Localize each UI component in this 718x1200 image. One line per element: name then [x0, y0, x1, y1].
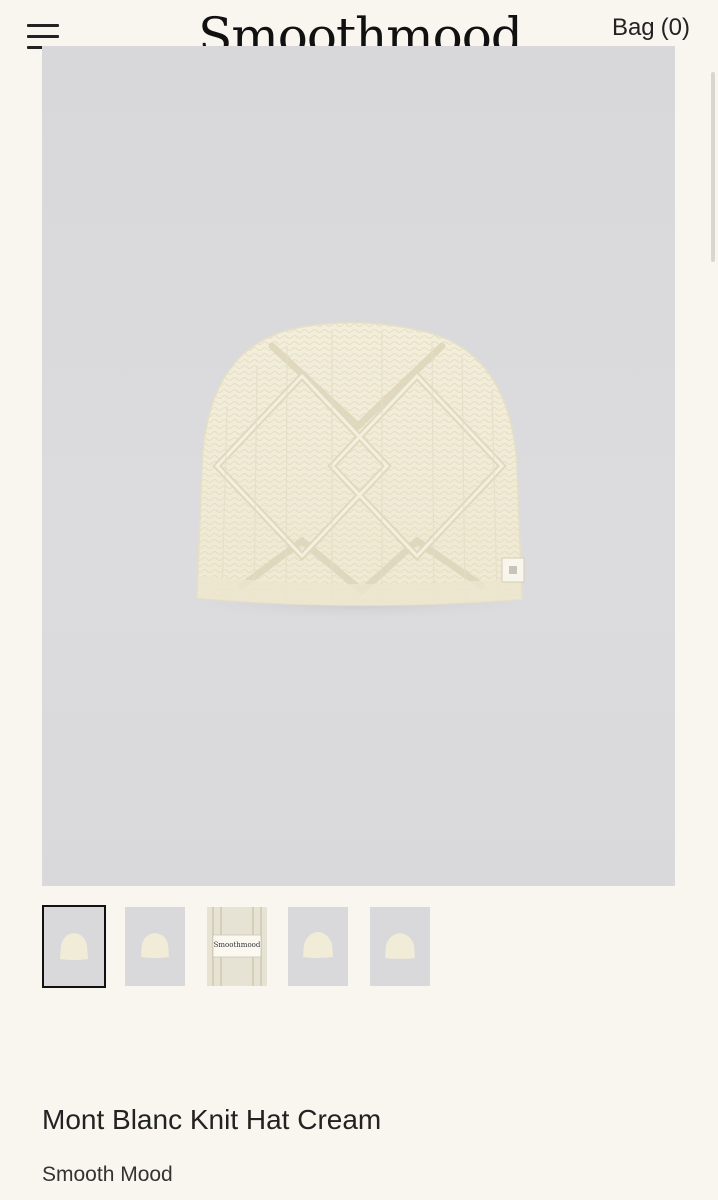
- thumbnail-5[interactable]: [370, 907, 430, 986]
- product-page: Smoothmood Bag (0) Smoothmood Mont Blanc…: [0, 0, 718, 1200]
- thumbnail-1[interactable]: [42, 905, 106, 988]
- thumbnail-strip: Smoothmood: [42, 905, 682, 989]
- thumbnail-2[interactable]: [125, 907, 185, 986]
- thumbnail-3[interactable]: Smoothmood: [207, 907, 267, 986]
- bag-count: (0): [660, 14, 690, 41]
- bag-link[interactable]: Bag (0): [612, 14, 690, 42]
- main-product-image[interactable]: [42, 46, 675, 886]
- beanie-illustration: [183, 321, 533, 620]
- scrollbar[interactable]: [711, 72, 715, 262]
- thumbnail-label-text: Smoothmood: [213, 941, 261, 949]
- bag-label: Bag: [611, 14, 655, 41]
- thumbnail-4[interactable]: [288, 907, 348, 986]
- product-brand[interactable]: Smooth Mood: [42, 1163, 173, 1187]
- product-title: Mont Blanc Knit Hat Cream: [42, 1104, 382, 1135]
